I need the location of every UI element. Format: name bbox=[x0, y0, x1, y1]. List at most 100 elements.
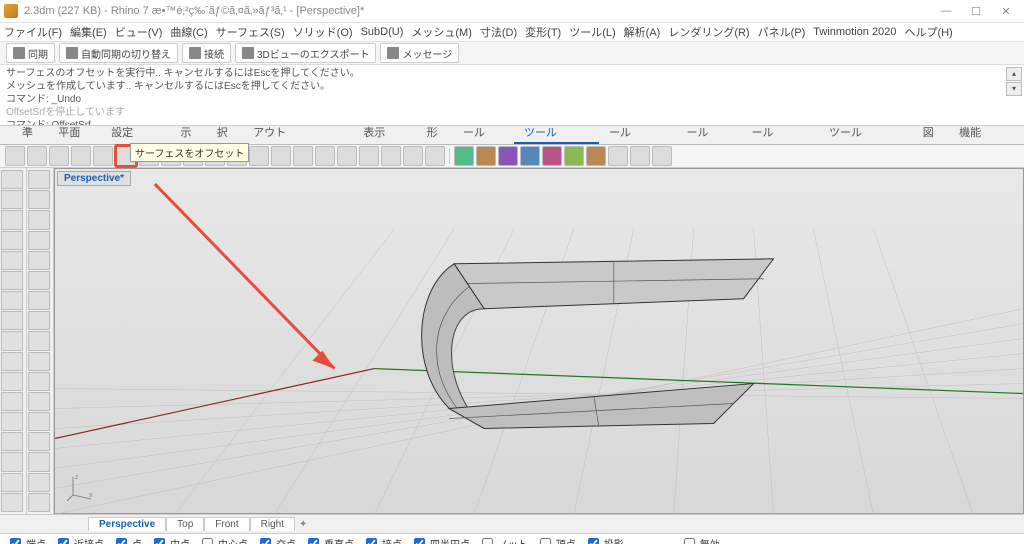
tool-icon[interactable] bbox=[28, 331, 50, 350]
add-viewtab-button[interactable]: ✦ bbox=[295, 519, 311, 530]
tool-icon[interactable] bbox=[28, 271, 50, 290]
svg-text:z: z bbox=[75, 474, 79, 481]
cmd-prompt: コマンド: OffsetSrf bbox=[6, 119, 1018, 126]
tool-icon[interactable] bbox=[293, 146, 313, 166]
tool-icon[interactable] bbox=[586, 146, 606, 166]
menu-xform[interactable]: 変形(T) bbox=[525, 24, 561, 40]
tool-icon[interactable] bbox=[1, 251, 23, 270]
tool-icon[interactable] bbox=[1, 210, 23, 229]
viewtab-front[interactable]: Front bbox=[204, 517, 249, 531]
tool-icon[interactable] bbox=[28, 291, 50, 310]
minimize-button[interactable]: ― bbox=[932, 2, 960, 20]
viewtab-right[interactable]: Right bbox=[250, 517, 295, 531]
menu-subd[interactable]: SubD(U) bbox=[361, 26, 404, 38]
tool-icon[interactable] bbox=[1, 190, 23, 209]
tool-icon[interactable] bbox=[476, 146, 496, 166]
tool-icon[interactable] bbox=[1, 473, 23, 492]
tool-icon[interactable] bbox=[1, 432, 23, 451]
tool-icon[interactable] bbox=[27, 146, 47, 166]
tool-icon[interactable] bbox=[498, 146, 518, 166]
tool-icon[interactable] bbox=[564, 146, 584, 166]
tool-icon[interactable] bbox=[381, 146, 401, 166]
tool-icon[interactable] bbox=[28, 412, 50, 431]
tool-icon[interactable] bbox=[608, 146, 628, 166]
tool-icon[interactable] bbox=[1, 352, 23, 371]
tool-icon[interactable] bbox=[1, 331, 23, 350]
tool-icon[interactable] bbox=[28, 170, 50, 189]
export3d-button[interactable]: 3Dビューのエクスポート bbox=[235, 43, 376, 63]
tool-icon[interactable] bbox=[1, 412, 23, 431]
tool-icon[interactable] bbox=[49, 146, 69, 166]
tool-icon[interactable] bbox=[425, 146, 445, 166]
tool-icon[interactable] bbox=[28, 352, 50, 371]
tool-icon[interactable] bbox=[1, 291, 23, 310]
tool-icon[interactable] bbox=[271, 146, 291, 166]
menu-panel[interactable]: パネル(P) bbox=[758, 24, 806, 40]
tool-icon[interactable] bbox=[1, 493, 23, 512]
viewtab-top[interactable]: Top bbox=[166, 517, 204, 531]
tool-icon[interactable] bbox=[28, 190, 50, 209]
tool-icon[interactable] bbox=[403, 146, 423, 166]
tool-icon[interactable] bbox=[542, 146, 562, 166]
model-surface bbox=[422, 259, 774, 429]
menu-dim[interactable]: 寸法(D) bbox=[480, 24, 517, 40]
menu-file[interactable]: ファイル(F) bbox=[4, 24, 62, 40]
tool-icon[interactable] bbox=[1, 170, 23, 189]
menu-solid[interactable]: ソリッド(O) bbox=[293, 24, 353, 40]
menu-render[interactable]: レンダリング(R) bbox=[668, 24, 749, 40]
tool-icon[interactable] bbox=[28, 210, 50, 229]
tool-icon[interactable] bbox=[249, 146, 269, 166]
menu-surface[interactable]: サーフェス(S) bbox=[216, 24, 285, 40]
tool-icon[interactable] bbox=[71, 146, 91, 166]
menu-mesh[interactable]: メッシュ(M) bbox=[411, 24, 472, 40]
tool-icon[interactable] bbox=[28, 452, 50, 471]
tool-icon[interactable] bbox=[28, 251, 50, 270]
cmd-scroll-down-icon[interactable]: ▾ bbox=[1006, 82, 1022, 96]
menu-curve[interactable]: 曲線(C) bbox=[170, 24, 207, 40]
maximize-button[interactable]: ☐ bbox=[962, 2, 990, 20]
message-button[interactable]: メッセージ bbox=[380, 43, 459, 63]
cmd-scroll-up-icon[interactable]: ▴ bbox=[1006, 67, 1022, 81]
tool-icon[interactable] bbox=[359, 146, 379, 166]
tool-icon[interactable] bbox=[315, 146, 335, 166]
menu-edit[interactable]: 編集(E) bbox=[70, 24, 107, 40]
tool-icon[interactable] bbox=[1, 392, 23, 411]
tool-icon[interactable] bbox=[28, 231, 50, 250]
menu-analyze[interactable]: 解析(A) bbox=[624, 24, 661, 40]
menu-help[interactable]: ヘルプ(H) bbox=[904, 24, 952, 40]
autosync-button[interactable]: 自動同期の切り替え bbox=[59, 43, 178, 63]
menu-tools[interactable]: ツール(L) bbox=[569, 24, 615, 40]
tool-icon[interactable] bbox=[28, 311, 50, 330]
tool-icon[interactable] bbox=[28, 372, 50, 391]
osnap-end: 端点 bbox=[6, 535, 46, 544]
tool-icon[interactable] bbox=[454, 146, 474, 166]
osnap-cen: 中心点 bbox=[198, 535, 248, 544]
tool-icon[interactable] bbox=[652, 146, 672, 166]
tool-icon[interactable] bbox=[28, 392, 50, 411]
tool-icon[interactable] bbox=[630, 146, 650, 166]
tool-icon[interactable] bbox=[1, 452, 23, 471]
tooltip: サーフェスをオフセット bbox=[130, 143, 249, 162]
x-axis bbox=[55, 369, 374, 439]
menu-view[interactable]: ビュー(V) bbox=[115, 24, 163, 40]
tool-icon[interactable] bbox=[28, 493, 50, 512]
viewtab-perspective[interactable]: Perspective bbox=[88, 517, 166, 531]
tool-icon[interactable] bbox=[1, 271, 23, 290]
tool-icon[interactable] bbox=[337, 146, 357, 166]
tool-icon[interactable] bbox=[93, 146, 113, 166]
close-button[interactable]: ✕ bbox=[992, 2, 1020, 20]
tool-icon[interactable] bbox=[28, 432, 50, 451]
sync-button[interactable]: 同期 bbox=[6, 43, 55, 63]
side-toolbar-left2 bbox=[27, 168, 54, 514]
tool-icon[interactable] bbox=[520, 146, 540, 166]
tool-icon[interactable] bbox=[5, 146, 25, 166]
viewport[interactable]: Perspective* bbox=[54, 168, 1024, 514]
command-area[interactable]: サーフェスのオフセットを実行中.. キャンセルするにはEscを押してください。 … bbox=[0, 65, 1024, 126]
menu-twinmotion[interactable]: Twinmotion 2020 bbox=[813, 26, 896, 38]
tool-icon[interactable] bbox=[1, 231, 23, 250]
connect-button[interactable]: 接続 bbox=[182, 43, 231, 63]
osnap-point: 点 bbox=[112, 535, 142, 544]
tool-icon[interactable] bbox=[28, 473, 50, 492]
tool-icon[interactable] bbox=[1, 311, 23, 330]
tool-icon[interactable] bbox=[1, 372, 23, 391]
